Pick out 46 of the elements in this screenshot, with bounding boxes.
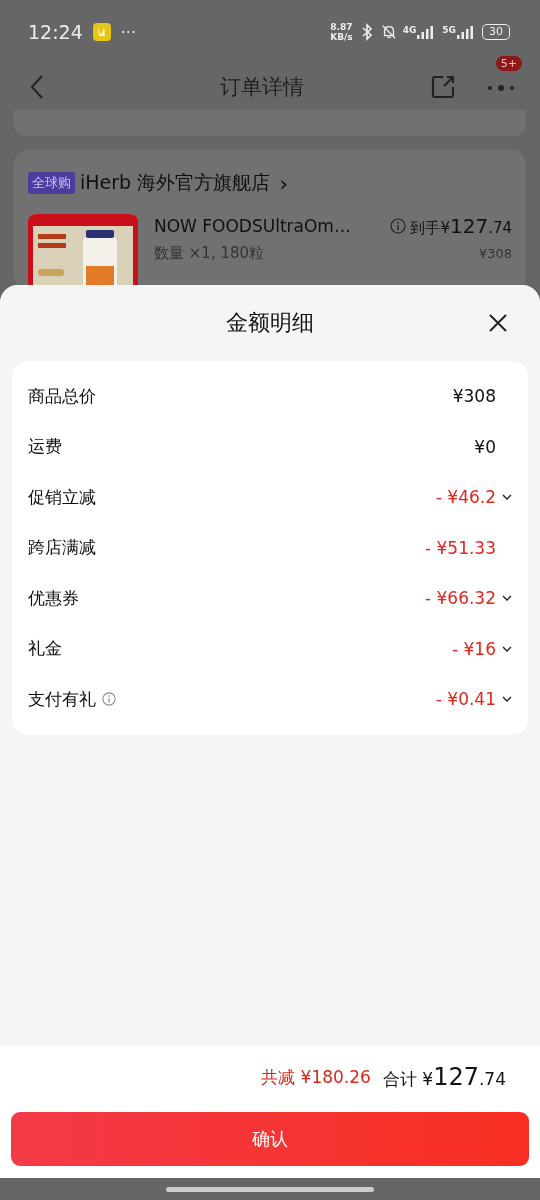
muted-bell-icon	[380, 23, 397, 41]
original-price: ¥308	[478, 246, 512, 261]
more-notifications: ···	[120, 22, 137, 42]
back-icon[interactable]	[30, 74, 44, 100]
share-icon[interactable]	[430, 74, 456, 100]
page-title: 订单详情	[219, 74, 305, 101]
amount-value: ¥308	[452, 386, 496, 407]
amount-value: - ¥46.2	[435, 487, 496, 508]
amount-label: 运费	[28, 435, 62, 459]
final-price: 到手¥127.74	[410, 214, 512, 238]
amount-value: - ¥51.33	[424, 537, 496, 558]
close-icon[interactable]	[488, 313, 508, 333]
amount-label: 商品总价	[28, 384, 96, 408]
amount-value: - ¥16	[452, 638, 496, 659]
confirm-button[interactable]: 确认	[11, 1112, 529, 1166]
more-icon[interactable]	[486, 82, 516, 93]
status-time: 12:24	[28, 21, 83, 43]
chevron-down-icon[interactable]	[502, 494, 512, 501]
store-name[interactable]: iHerb 海外官方旗舰店	[80, 170, 271, 196]
amount-value: - ¥0.41	[435, 689, 496, 710]
amount-value: ¥0	[474, 436, 496, 457]
amount-value: - ¥66.32	[424, 588, 496, 609]
total-amount: 合计 ¥127.74	[382, 1063, 506, 1091]
amount-label: 促销立减	[28, 485, 96, 509]
network-speed: 8.87 KB/s	[330, 22, 353, 42]
amount-label: 优惠券	[28, 586, 79, 610]
battery-indicator: 30	[482, 24, 510, 40]
product-spec: 数量 ×1, 180粒	[154, 244, 265, 263]
signal-5g: 5G	[442, 25, 476, 39]
chevron-icon: ›	[279, 170, 288, 196]
home-indicator[interactable]	[166, 1186, 374, 1192]
info-icon[interactable]	[390, 218, 407, 234]
notification-badge: 5+	[495, 55, 522, 71]
signal-4g: 4G	[402, 25, 437, 39]
sheet-title: 金额明细	[226, 309, 314, 337]
app-icon	[92, 23, 111, 41]
global-tag: 全球购	[28, 172, 75, 194]
chevron-down-icon[interactable]	[502, 595, 512, 602]
chevron-down-icon[interactable]	[502, 696, 512, 703]
amount-label: 跨店满减	[28, 536, 96, 560]
chevron-down-icon[interactable]	[502, 645, 512, 652]
product-name[interactable]: NOW FOODSUltraOm…	[154, 216, 391, 236]
amount-label: 支付有礼	[28, 687, 96, 711]
info-icon[interactable]	[102, 692, 116, 707]
amount-label: 礼金	[28, 637, 62, 661]
total-saving: 共减 ¥180.26	[261, 1065, 371, 1089]
